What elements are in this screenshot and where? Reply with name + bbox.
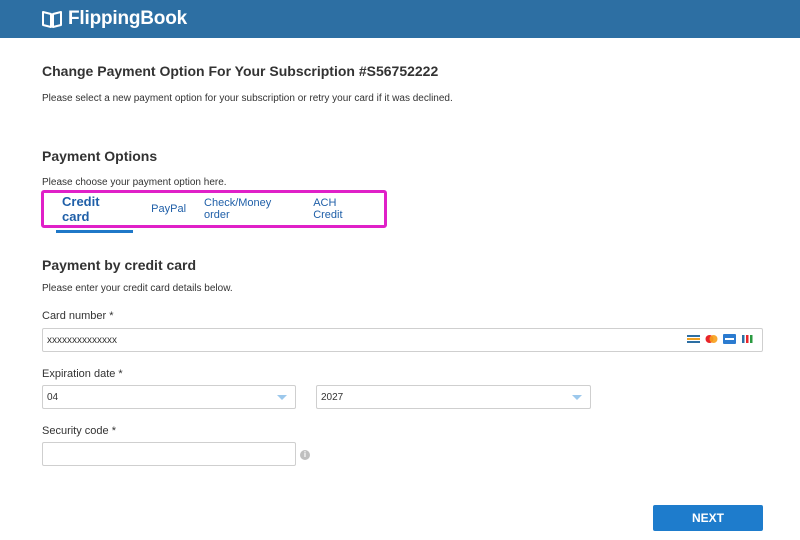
payment-options-subtitle: Please choose your payment option here. bbox=[42, 177, 227, 188]
security-code-input[interactable] bbox=[42, 442, 296, 466]
security-code-label: Security code * bbox=[42, 425, 116, 437]
credit-card-subtitle: Please enter your credit card details be… bbox=[42, 283, 233, 294]
page-subtitle: Please select a new payment option for y… bbox=[42, 93, 453, 104]
next-button[interactable]: NEXT bbox=[653, 505, 763, 531]
expiration-month-select[interactable]: 04 bbox=[42, 385, 296, 409]
tab-check-money-order[interactable]: Check/Money order bbox=[204, 193, 295, 225]
expiration-year-value: 2027 bbox=[321, 391, 344, 403]
expiration-label: Expiration date * bbox=[42, 368, 123, 380]
app-header: FlippingBook bbox=[0, 0, 800, 38]
card-number-label: Card number * bbox=[42, 310, 114, 322]
amex-icon bbox=[723, 334, 736, 344]
tab-ach-credit[interactable]: ACH Credit bbox=[313, 193, 366, 225]
page-title: Change Payment Option For Your Subscript… bbox=[42, 63, 439, 79]
expiration-month-value: 04 bbox=[47, 391, 59, 403]
card-icon bbox=[687, 335, 700, 343]
credit-card-title: Payment by credit card bbox=[42, 257, 197, 273]
info-icon[interactable]: i bbox=[300, 450, 310, 460]
card-icons bbox=[687, 334, 754, 344]
chevron-down-icon bbox=[572, 395, 582, 400]
chevron-down-icon bbox=[277, 395, 287, 400]
card-number-input[interactable]: xxxxxxxxxxxxxx bbox=[42, 328, 763, 352]
payment-tabs: Credit card PayPal Check/Money order ACH… bbox=[41, 190, 387, 233]
payment-options-title: Payment Options bbox=[42, 148, 158, 164]
card-number-value: xxxxxxxxxxxxxx bbox=[47, 334, 117, 346]
tab-credit-card[interactable]: Credit card bbox=[56, 190, 134, 233]
card-stripes-icon bbox=[742, 335, 753, 343]
logo-text: FlippingBook bbox=[68, 8, 187, 29]
mastercard-icon bbox=[705, 335, 718, 343]
book-icon bbox=[42, 11, 62, 28]
expiration-year-select[interactable]: 2027 bbox=[316, 385, 591, 409]
tab-paypal[interactable]: PayPal bbox=[151, 199, 186, 219]
